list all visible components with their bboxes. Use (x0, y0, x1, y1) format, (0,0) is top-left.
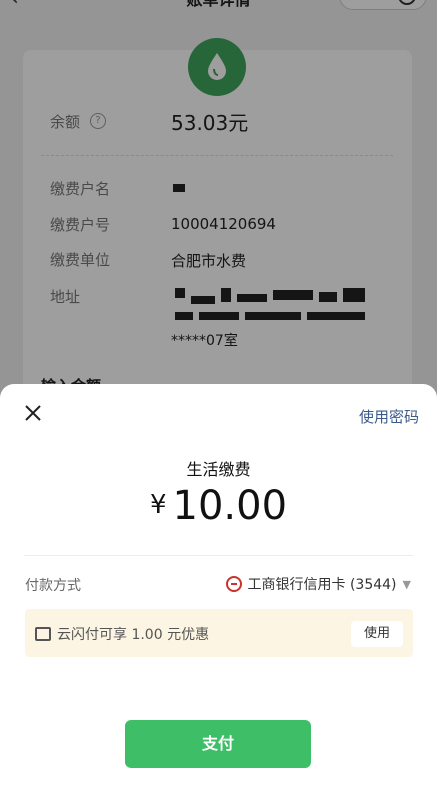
promo-text: 云闪付可享 1.00 元优惠 (57, 627, 210, 643)
payment-method-label: 付款方式 (25, 578, 81, 594)
close-icon[interactable] (22, 402, 44, 424)
payment-sheet: 使用密码 生活缴费 ¥10.00 付款方式 工商银行信用卡 (3544) ▼ 云… (0, 384, 437, 800)
currency-symbol: ¥ (149, 490, 167, 520)
payment-method-selector[interactable]: 工商银行信用卡 (3544) ▼ (225, 574, 411, 594)
merchant-name: 生活缴费 (186, 460, 251, 479)
promo-banner: 云闪付可享 1.00 元优惠 使用 (25, 609, 413, 657)
chevron-down-icon: ▼ (402, 577, 411, 591)
amount-value: 10.00 (172, 483, 288, 529)
icbc-bank-icon (225, 576, 242, 592)
use-password-link[interactable]: 使用密码 (359, 406, 419, 427)
payment-amount: ¥10.00 (0, 483, 437, 529)
use-promo-button[interactable]: 使用 (351, 621, 403, 647)
coupon-icon (35, 627, 51, 641)
divider (24, 555, 413, 556)
payment-method-value: 工商银行信用卡 (3544) (247, 577, 397, 593)
pay-button[interactable]: 支付 (125, 720, 311, 768)
